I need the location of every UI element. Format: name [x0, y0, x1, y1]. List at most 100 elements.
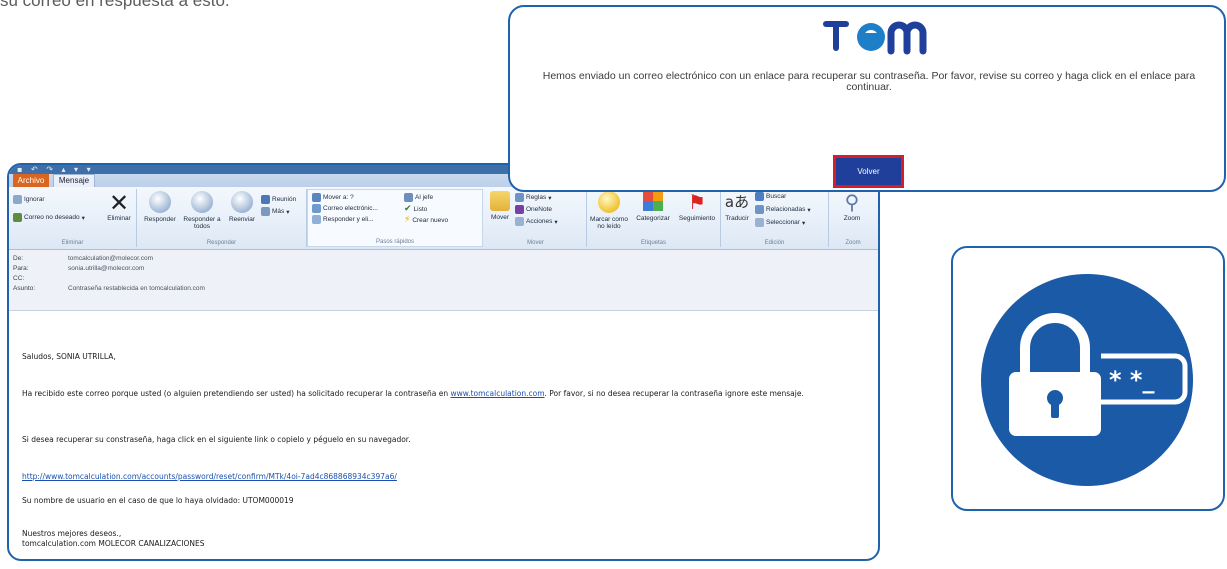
zoom-button[interactable]: ⚲ Zoom — [835, 191, 869, 222]
move-folder-icon — [490, 191, 510, 211]
outlook-email-window: ▪ ↶ ↷ ▴ ▾ ▾ Archivo Mensaje Ignorar Corr… — [7, 163, 880, 561]
reply-all-icon — [191, 191, 213, 213]
rules-label: Reglas — [526, 194, 547, 201]
subject-label: Asunto: — [13, 285, 36, 292]
meeting-label: Reunión — [272, 196, 297, 203]
meeting-icon — [261, 195, 270, 204]
quick-step-done[interactable]: ✔ Listo — [404, 204, 427, 214]
onenote-icon — [515, 205, 524, 214]
ribbon-group-zoom: ⚲ Zoom Zoom — [829, 189, 877, 247]
quick-step-team-email[interactable]: Correo electrónic... — [312, 204, 378, 213]
ribbon-group-quick-steps: Mover a: ? Correo electrónic... Responde… — [307, 189, 483, 247]
delete-label: Eliminar — [107, 215, 131, 222]
password-reset-link[interactable]: http://www.tomcalculation.com/accounts/p… — [22, 472, 397, 481]
translate-button[interactable]: aあ Traducir — [723, 191, 751, 222]
select-label: Seleccionar — [766, 219, 800, 226]
envelope-icon — [598, 191, 620, 213]
delete-button[interactable]: ✕ Eliminar — [104, 191, 134, 222]
done-label: Listo — [413, 205, 428, 213]
subject-value: Contraseña restablecida en tomcalculatio… — [68, 285, 205, 292]
reply-icon — [149, 191, 171, 213]
to-value: sonia.utrilla@molecor.com — [68, 265, 145, 272]
to-manager-label: Al jefe — [415, 194, 434, 201]
meeting-button[interactable]: Reunión — [261, 195, 296, 204]
onenote-button[interactable]: OneNote — [515, 205, 552, 214]
tom-confirmation-panel: Hemos enviado un correo electrónico con … — [508, 5, 1226, 192]
delete-x-icon: ✕ — [108, 189, 130, 217]
reply-label: Responder — [144, 216, 176, 223]
junk-icon — [13, 213, 22, 222]
forward-icon — [231, 191, 253, 213]
group-label-move: Mover — [527, 240, 544, 246]
followup-button[interactable]: ⚑ Seguimiento — [675, 191, 719, 222]
actions-label: Acciones — [526, 218, 553, 225]
zoom-label: Zoom — [843, 215, 861, 222]
team-email-label: Correo electrónic... — [323, 205, 378, 212]
cc-label: CC: — [13, 275, 25, 282]
more-button[interactable]: Más ▾ — [261, 207, 290, 216]
onenote-label: OneNote — [526, 206, 553, 213]
junk-label: Correo no deseado — [24, 214, 80, 221]
page-caption: su correo en respuesta a esto. — [0, 0, 230, 10]
magnifier-icon: ⚲ — [844, 190, 860, 214]
reply-all-button[interactable]: Responder a todos — [181, 191, 223, 230]
checkmark-icon: ✔ — [404, 204, 412, 214]
followup-label: Seguimiento — [678, 215, 716, 222]
reply-all-label: Responder a todos — [183, 216, 221, 230]
from-label: De: — [13, 255, 24, 262]
group-label-editing: Edición — [764, 240, 785, 246]
ribbon-group-editing: aあ Traducir Buscar Relacionadas ▾ Selecci… — [721, 189, 829, 247]
quick-step-reply-delete[interactable]: Responder y eli... — [312, 215, 374, 224]
forward-button[interactable]: Reenviar — [225, 191, 259, 223]
move-button[interactable]: Mover — [487, 191, 513, 221]
p1-text: Ha recibido este correo porque usted (o … — [22, 389, 451, 398]
group-label-delete: Eliminar — [61, 240, 84, 246]
ribbon-group-respond: Responder Responder a todos Reenviar Reu… — [137, 189, 307, 247]
group-label-respond: Responder — [206, 240, 237, 246]
tomcalculation-link[interactable]: www.tomcalculation.com — [450, 389, 544, 398]
rules-icon — [515, 193, 524, 202]
reply-delete-icon — [312, 215, 321, 224]
email-paragraph-1: Ha recibido este correo porque usted (o … — [22, 389, 804, 398]
volver-button-highlight[interactable]: Volver — [833, 155, 904, 188]
select-button[interactable]: Seleccionar ▾ — [755, 218, 805, 227]
select-icon — [755, 218, 764, 227]
translate-label: Traducir — [725, 215, 749, 222]
header-to: Para: sonia.utrilla@molecor.com — [13, 265, 144, 272]
to-manager-icon — [404, 193, 413, 202]
categorize-button[interactable]: Categorizar — [631, 191, 675, 222]
ribbon-group-tags: Marcar como no leído Categorizar ⚑ Segui… — [587, 189, 721, 247]
related-label: Relacionadas — [766, 206, 806, 213]
quick-step-create-new[interactable]: ⚡ Crear nuevo — [404, 215, 448, 225]
quick-step-to-manager[interactable]: Al jefe — [404, 193, 433, 202]
find-button[interactable]: Buscar — [755, 192, 786, 201]
mark-unread-button[interactable]: Marcar como no leído — [589, 191, 629, 230]
forward-label: Reenviar — [228, 216, 255, 223]
categorize-icon — [643, 191, 663, 211]
reply-button[interactable]: Responder — [141, 191, 179, 223]
group-label-quick-steps: Pasos rápidos — [375, 239, 415, 245]
tab-message[interactable]: Mensaje — [53, 174, 95, 187]
more-label: Más — [272, 208, 285, 215]
rules-button[interactable]: Reglas ▾ — [515, 193, 552, 202]
actions-button[interactable]: Acciones ▾ — [515, 217, 558, 226]
quick-access-toolbar[interactable]: ▪ ↶ ↷ ▴ ▾ ▾ — [17, 165, 94, 174]
confirmation-message: Hemos enviado un correo electrónico con … — [542, 70, 1196, 93]
ribbon-group-delete: Ignorar Correo no deseado ▾ ✕ Eliminar El… — [9, 189, 137, 247]
password-mask-text: * *_ — [1109, 366, 1154, 394]
quick-step-move-to[interactable]: Mover a: ? — [312, 193, 354, 202]
junk-button[interactable]: Correo no deseado ▾ — [13, 213, 85, 222]
translate-icon: aあ — [724, 193, 750, 211]
ribbon-group-move: Mover Reglas ▾ OneNote Acciones ▾ Mover — [485, 189, 587, 247]
ignore-button[interactable]: Ignorar — [13, 195, 45, 204]
header-cc: CC: — [13, 275, 68, 282]
actions-icon — [515, 217, 524, 226]
volver-button[interactable]: Volver — [836, 158, 901, 185]
tab-file[interactable]: Archivo — [13, 174, 49, 187]
header-from: De: tomcalculation@molecor.com — [13, 255, 153, 262]
categorize-label: Categorizar — [636, 215, 670, 222]
related-button[interactable]: Relacionadas ▾ — [755, 205, 811, 214]
email-paragraph-2: Si desea recuperar su constraseña, haga … — [22, 435, 411, 444]
reply-delete-label: Responder y eli... — [323, 216, 374, 223]
tom-logo — [823, 21, 927, 55]
